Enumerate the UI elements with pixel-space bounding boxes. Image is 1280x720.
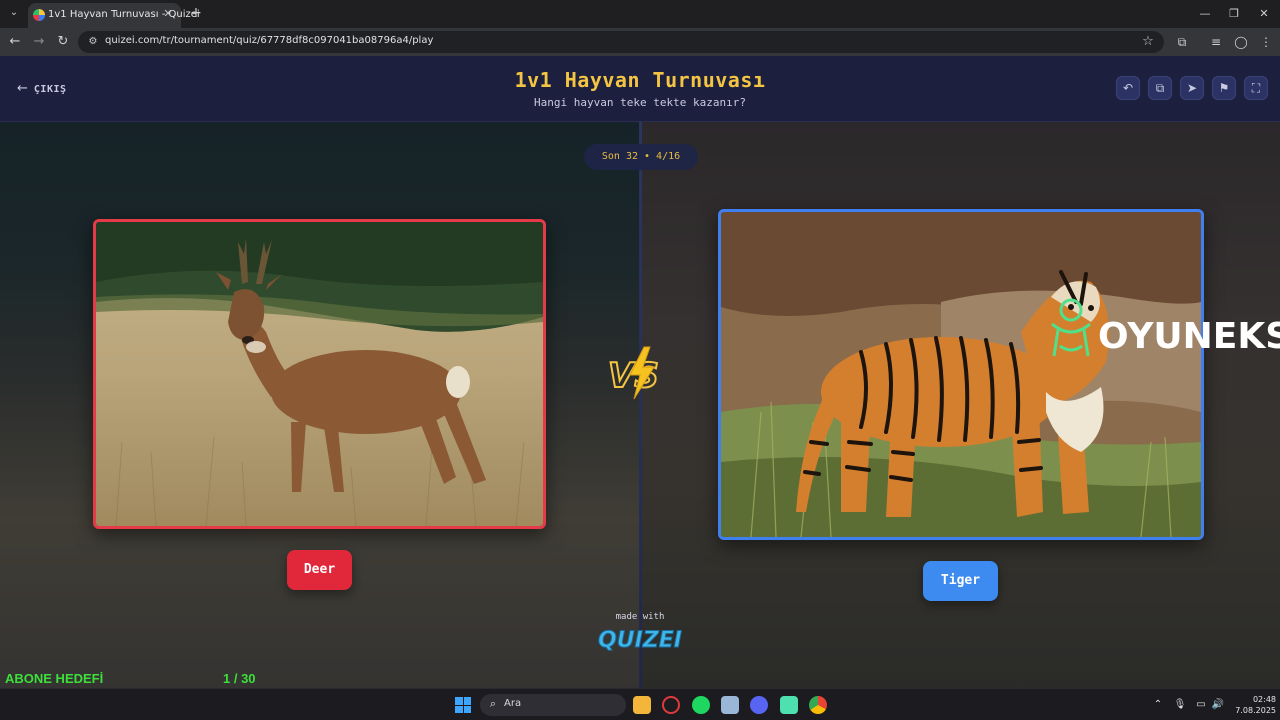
microphone-icon[interactable]: 🎙 xyxy=(1172,697,1188,713)
site-favicon-icon xyxy=(33,9,45,21)
choose-right-button[interactable]: Tiger xyxy=(923,561,998,601)
bookmark-star-icon[interactable]: ☆ xyxy=(1140,34,1156,50)
tab-title: 1v1 Hayvan Turnuvası - Quizei xyxy=(48,9,200,20)
file-explorer-icon[interactable] xyxy=(633,696,651,714)
minimize-icon[interactable]: — xyxy=(1197,6,1213,22)
profile-icon[interactable]: ◯ xyxy=(1233,34,1249,50)
chrome-icon[interactable] xyxy=(809,696,827,714)
send-icon: ➤ xyxy=(1186,81,1198,95)
network-icon[interactable]: ▭ xyxy=(1193,697,1209,713)
quizei-logo[interactable]: QUIZEI xyxy=(595,623,685,655)
choose-left-button[interactable]: Deer xyxy=(287,550,352,590)
watermark-text: OYUNEKS xyxy=(1098,316,1280,357)
url-text[interactable]: quizei.com/tr/tournament/quiz/67778df8c0… xyxy=(105,35,433,46)
search-icon: ⌕ xyxy=(489,697,497,710)
discord-icon[interactable] xyxy=(750,696,768,714)
quiz-title: 1v1 Hayvan Turnuvası xyxy=(514,68,766,92)
svg-text:VS: VS xyxy=(608,356,659,396)
media-control-icon[interactable]: ≡ xyxy=(1208,34,1224,50)
fullscreen-icon: ⛶ xyxy=(1251,81,1261,95)
quiz-header: ← ÇIKIŞ 1v1 Hayvan Turnuvası Hangi hayva… xyxy=(0,56,1280,122)
copy-icon: ⧉ xyxy=(1155,81,1165,95)
deer-image xyxy=(96,222,543,526)
browser-toolbar: ← → ↻ ⚙ quizei.com/tr/tournament/quiz/67… xyxy=(0,28,1280,56)
made-with-label: made with xyxy=(615,612,665,622)
new-tab-icon[interactable]: + xyxy=(188,5,204,21)
quiz-subtitle: Hangi hayvan teke tekte kazanır? xyxy=(534,96,746,109)
center-divider xyxy=(639,122,642,688)
tray-overflow-icon[interactable]: ⌃ xyxy=(1150,697,1166,713)
close-tab-icon[interactable]: ✕ xyxy=(161,7,175,21)
brand-text: QUIZEI xyxy=(598,628,682,653)
windows-start-icon[interactable] xyxy=(455,697,471,713)
report-button[interactable]: ⚑ xyxy=(1212,76,1236,100)
round-indicator: Son 32 • 4/16 xyxy=(584,144,698,170)
address-bar[interactable]: ⚙ quizei.com/tr/tournament/quiz/67778df8… xyxy=(78,31,1164,53)
restore-icon[interactable]: ❐ xyxy=(1226,6,1242,22)
oyuneks-logo-watermark: OYUNEKS xyxy=(1051,298,1280,357)
back-icon[interactable]: ← xyxy=(7,34,23,50)
taskbar: ⌕ Ara ⌃ 🎙 ▭ 🔊 02:48 7.08.2025 xyxy=(0,688,1280,720)
tiger-image xyxy=(721,212,1201,537)
tab-search-icon[interactable]: ⌄ xyxy=(6,5,22,21)
subscriber-goal-count: 1 / 30 xyxy=(223,671,256,686)
subscriber-goal-label: ABONE HEDEFİ xyxy=(5,671,104,686)
forward-icon[interactable]: → xyxy=(31,34,47,50)
clock-date[interactable]: 7.08.2025 xyxy=(1226,706,1276,715)
browser-tab[interactable]: 1v1 Hayvan Turnuvası - Quizei ✕ xyxy=(28,3,200,28)
right-choice-card[interactable] xyxy=(718,209,1204,540)
taskbar-search-placeholder: Ara xyxy=(504,698,522,709)
taskbar-search[interactable]: ⌕ Ara xyxy=(480,694,626,716)
browser-menu-icon[interactable]: ⋮ xyxy=(1258,34,1274,50)
app-icon-network[interactable] xyxy=(721,696,739,714)
share-button[interactable]: ➤ xyxy=(1180,76,1204,100)
left-choice-card[interactable] xyxy=(93,219,546,529)
versus-icon: VS xyxy=(607,346,660,400)
flag-icon: ⚑ xyxy=(1218,81,1230,95)
opera-icon[interactable] xyxy=(662,696,680,714)
undo-button[interactable]: ↶ xyxy=(1116,76,1140,100)
app-icon-bot[interactable] xyxy=(780,696,798,714)
quiz-page: ← ÇIKIŞ 1v1 Hayvan Turnuvası Hangi hayva… xyxy=(0,56,1280,688)
fullscreen-button[interactable]: ⛶ xyxy=(1244,76,1268,100)
spotify-icon[interactable] xyxy=(692,696,710,714)
undo-icon: ↶ xyxy=(1122,81,1134,95)
extensions-icon[interactable]: ⧉ xyxy=(1174,34,1190,50)
copy-button[interactable]: ⧉ xyxy=(1148,76,1172,100)
browser-tab-bar: ⌄ 1v1 Hayvan Turnuvası - Quizei ✕ + — ❐ … xyxy=(0,0,1280,28)
clock-time[interactable]: 02:48 xyxy=(1240,695,1276,704)
site-info-icon[interactable]: ⚙ xyxy=(86,35,100,49)
reload-icon[interactable]: ↻ xyxy=(55,34,71,50)
volume-icon[interactable]: 🔊 xyxy=(1210,697,1226,713)
close-window-icon[interactable]: ✕ xyxy=(1256,6,1272,22)
